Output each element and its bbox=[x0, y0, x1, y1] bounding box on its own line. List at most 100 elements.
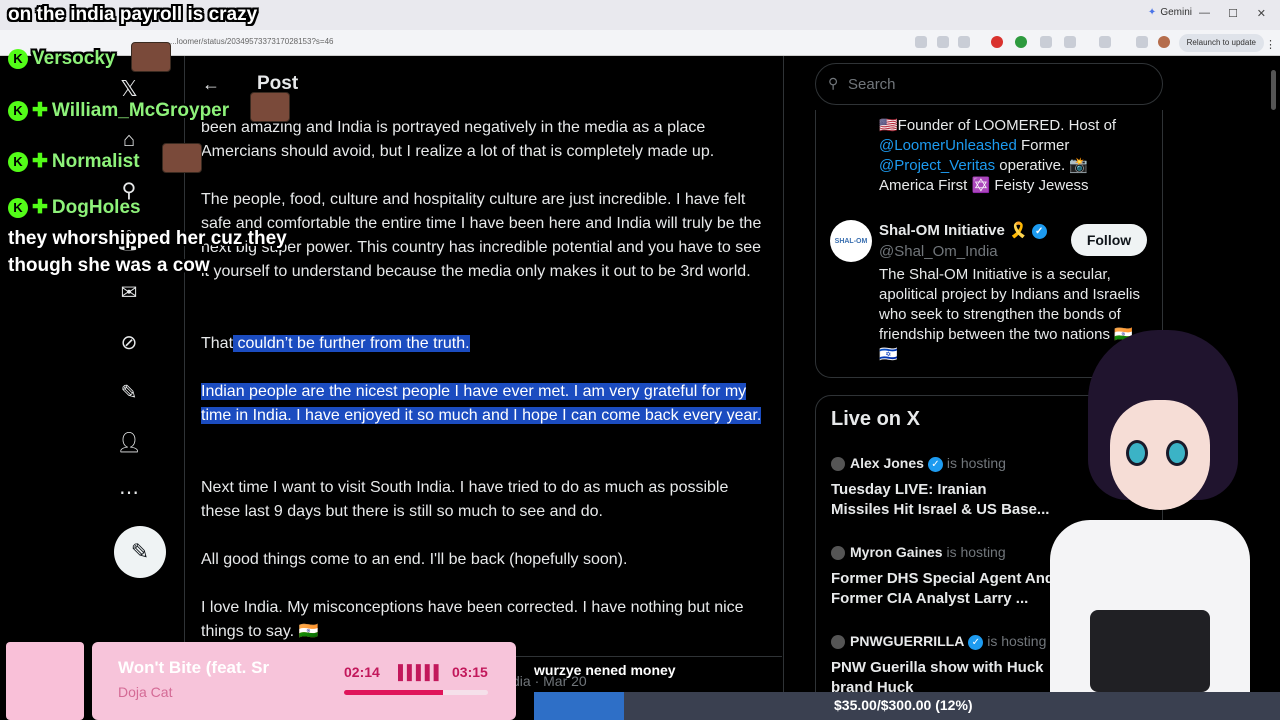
scrollbar[interactable] bbox=[1271, 70, 1276, 110]
post-paragraph: Next time I want to visit South India. I… bbox=[201, 479, 729, 520]
x-logo-icon[interactable]: 𝕏 bbox=[117, 76, 141, 101]
bookmark-star-icon[interactable] bbox=[958, 36, 970, 48]
close-icon[interactable]: ✕ bbox=[1257, 7, 1266, 20]
donation-goal-text: $35.00/$300.00 (12%) bbox=[834, 697, 973, 713]
live-title[interactable]: Former DHS Special Agent And bbox=[831, 569, 1056, 589]
profile-avatar-icon[interactable] bbox=[1158, 36, 1170, 48]
account-handle[interactable]: @Shal_Om_India bbox=[879, 243, 998, 260]
india-flag-emoji: 🇮🇳 bbox=[298, 623, 319, 640]
live-host-row[interactable]: Alex Jones ✓ is hosting bbox=[831, 455, 1006, 472]
post-paragraph: I love India. My misconceptions have bee… bbox=[201, 596, 771, 644]
column-divider bbox=[783, 56, 784, 720]
split-view-icon[interactable] bbox=[1099, 36, 1111, 48]
extensions-puzzle-icon[interactable] bbox=[1064, 36, 1076, 48]
address-bar: ...loomer/status/2034957337317028153?s=4… bbox=[0, 30, 1280, 56]
avatar-logo: SHAL-OM bbox=[834, 237, 868, 245]
bio-text: Former bbox=[1016, 137, 1070, 154]
live-title[interactable]: Former CIA Analyst Larry ... bbox=[831, 589, 1056, 609]
kick-badge-icon: K bbox=[8, 151, 28, 172]
minimize-icon[interactable]: — bbox=[1199, 7, 1210, 19]
song-artist: Doja Cat bbox=[118, 684, 173, 700]
url-field[interactable]: ...loomer/status/2034957337317028153?s=4… bbox=[170, 37, 333, 46]
home-icon[interactable]: ⌂ bbox=[117, 128, 141, 152]
song-title: Won't Bite (feat. Sr bbox=[118, 658, 270, 677]
install-icon[interactable] bbox=[915, 36, 927, 48]
lists-icon[interactable]: ✎ bbox=[117, 380, 141, 404]
chat-emote bbox=[162, 143, 202, 173]
avatar[interactable]: SHAL-OM bbox=[830, 220, 872, 262]
donation-goal-bar: $35.00/$300.00 (12%) bbox=[534, 692, 1280, 720]
live-title[interactable]: Missiles Hit Israel & US Base... bbox=[831, 500, 1056, 520]
live-host-row[interactable]: Myron Gaines is hosting bbox=[831, 544, 1006, 561]
vtuber-eye bbox=[1126, 440, 1148, 466]
post-paragraph: All good things come to an end. I'll be … bbox=[201, 551, 628, 568]
extension-icon[interactable] bbox=[1015, 36, 1027, 48]
vtuber-corset bbox=[1090, 610, 1210, 692]
extension-icon[interactable] bbox=[1040, 36, 1052, 48]
host-avatar bbox=[831, 546, 845, 561]
chat-line: K ✚ William_McGroyper bbox=[8, 99, 229, 122]
grok-icon[interactable]: ⊘ bbox=[117, 330, 141, 354]
live-title[interactable]: PNW Guerilla show with Huck bbox=[831, 658, 1056, 678]
mention-link[interactable]: @Project_Veritas bbox=[879, 157, 995, 174]
host-name: Myron Gaines bbox=[850, 544, 943, 560]
account-name-text: Shal-OM Initiative bbox=[879, 222, 1005, 239]
follow-button[interactable]: Follow bbox=[1071, 224, 1147, 256]
section-title: Live on X bbox=[831, 408, 920, 430]
chat-line: K ✚ DogHoles bbox=[8, 196, 141, 219]
chat-username: Versocky bbox=[32, 48, 116, 69]
search-box[interactable]: ⚲ bbox=[815, 63, 1163, 105]
gemini-button[interactable]: ✦ Gemini bbox=[1148, 7, 1192, 18]
waveform-icon: ▌▌▌▌▌ bbox=[398, 664, 444, 680]
host-avatar bbox=[831, 635, 845, 650]
vtuber-face bbox=[1110, 400, 1210, 510]
hosting-label: is hosting bbox=[946, 455, 1006, 471]
post-paragraph: been amazing and India is portrayed nega… bbox=[201, 119, 715, 160]
album-art bbox=[6, 642, 84, 720]
post-paragraph: Indian people are the nicest people I ha… bbox=[201, 380, 771, 428]
verified-badge-icon: ✓ bbox=[968, 634, 984, 650]
extension-icon[interactable] bbox=[991, 36, 1003, 48]
bio-text: America First ✡️ Feisty Jewess bbox=[879, 177, 1089, 194]
donation-goal-fill bbox=[534, 692, 624, 720]
chat-message: though she was a cow bbox=[8, 255, 210, 276]
gift-badge-icon: ✚ bbox=[32, 151, 48, 172]
bio-text: 🇺🇸Founder of LOOMERED. Host of bbox=[879, 117, 1117, 134]
gemini-label: Gemini bbox=[1160, 7, 1192, 18]
post-text: That bbox=[201, 335, 234, 352]
ribbon-emoji: 🎗️ bbox=[1009, 222, 1028, 239]
now-playing-card bbox=[92, 642, 516, 720]
mention-link[interactable]: @LoomerUnleashed bbox=[879, 137, 1017, 154]
reading-list-icon[interactable] bbox=[1136, 36, 1148, 48]
menu-kebab-icon[interactable]: ⋮ bbox=[1265, 38, 1276, 51]
live-title[interactable]: Tuesday LIVE: Iranian bbox=[831, 480, 1056, 500]
song-progress-fill bbox=[344, 690, 444, 695]
verified-badge-icon: ✓ bbox=[1031, 223, 1047, 239]
donation-message: wurzye nened money bbox=[534, 662, 676, 678]
chat-message: they whorshipped her cuz they bbox=[8, 228, 287, 249]
profile-icon[interactable]: 👤︎ bbox=[116, 430, 141, 454]
maximize-icon[interactable]: ☐ bbox=[1228, 7, 1238, 20]
compose-button[interactable]: ✎ bbox=[114, 526, 166, 578]
zoom-icon[interactable] bbox=[937, 36, 949, 48]
chat-caption: on the india payroll is crazy bbox=[8, 4, 258, 25]
kick-badge-icon: K bbox=[8, 48, 28, 69]
more-icon[interactable]: ⋯ bbox=[117, 480, 141, 504]
back-arrow-icon[interactable]: ← bbox=[202, 74, 220, 95]
chat-line: K ✚ Normalist bbox=[8, 150, 140, 173]
post-paragraph: That couldn’t be further from the truth. bbox=[201, 332, 771, 356]
chat-username: DogHoles bbox=[51, 197, 141, 218]
account-name[interactable]: Shal-OM Initiative 🎗️ ✓ bbox=[879, 221, 1047, 239]
messages-icon[interactable]: ✉ bbox=[117, 280, 141, 304]
kick-badge-icon: K bbox=[8, 100, 28, 121]
gift-badge-icon: ✚ bbox=[32, 197, 48, 218]
live-host-row[interactable]: PNWGUERRILLA ✓ is hosting bbox=[831, 633, 1046, 650]
search-input[interactable] bbox=[848, 74, 1148, 94]
host-name: PNWGUERRILLA bbox=[850, 633, 965, 649]
profile-bio: 🇺🇸Founder of LOOMERED. Host of @LoomerUn… bbox=[879, 116, 1149, 196]
relaunch-button[interactable]: Relaunch to update bbox=[1178, 34, 1264, 52]
total-time: 03:15 bbox=[452, 664, 488, 680]
bio-text: operative. 📸 bbox=[995, 157, 1089, 174]
chat-emote bbox=[131, 42, 171, 72]
verified-badge-icon: ✓ bbox=[927, 456, 943, 472]
